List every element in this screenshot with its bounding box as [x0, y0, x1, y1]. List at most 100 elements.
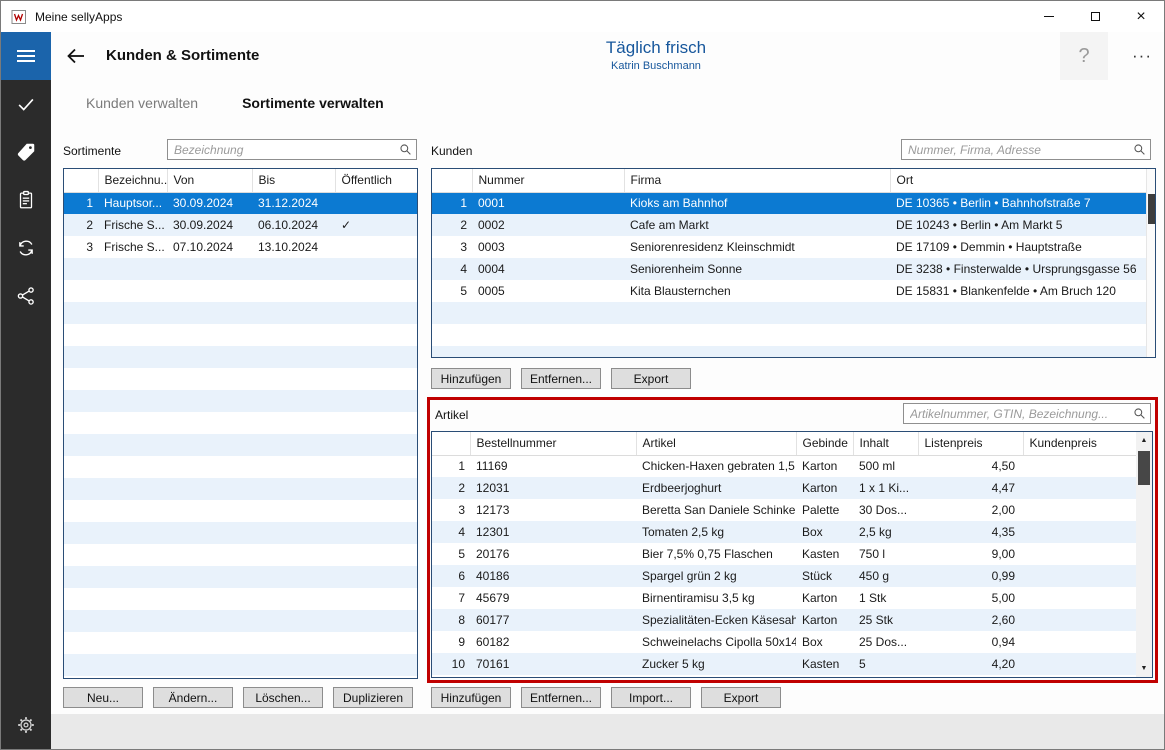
- artikel-row[interactable]: 640186Spargel grün 2 kgStück450 g0,99: [432, 565, 1136, 587]
- aendern-button[interactable]: Ändern...: [153, 687, 233, 708]
- kunden-column-header-1[interactable]: Nummer: [472, 169, 624, 192]
- sidebar-item-sync[interactable]: [1, 224, 51, 272]
- kunden-row[interactable]: 10001Kioks am BahnhofDE 10365 • Berlin •…: [432, 192, 1146, 214]
- sortimente-table: Bezeichnu...VonBisÖffentlich 1Hauptsor..…: [63, 168, 418, 679]
- artikel-row[interactable]: 1070161Zucker 5 kgKasten54,20: [432, 653, 1136, 675]
- help-button[interactable]: ?: [1060, 32, 1108, 80]
- scroll-down-button[interactable]: ▼: [1136, 661, 1152, 676]
- kunden-scrollbar-thumb[interactable]: [1148, 194, 1155, 224]
- artikel-row[interactable]: 111169Chicken-Haxen gebraten 1,5 ...Kart…: [432, 455, 1136, 477]
- minimize-button[interactable]: [1026, 1, 1072, 32]
- artikel-column-header-4[interactable]: Inhalt: [853, 432, 918, 455]
- artikel-cell-artikel: Zucker 5 kg: [636, 653, 796, 675]
- artikel-cell-kundenpreis: [1023, 631, 1136, 653]
- kunden-column-header-0[interactable]: [432, 169, 472, 192]
- sortimente-search-input[interactable]: [167, 139, 417, 160]
- artikel-cell-listenpreis: 4,47: [918, 477, 1023, 499]
- sortimente-row[interactable]: 3Frische S...07.10.202413.10.2024: [64, 236, 417, 258]
- kunden-search-input[interactable]: [901, 139, 1151, 160]
- sortimente-cell-num: 3: [64, 236, 98, 258]
- kunden-row[interactable]: 20002Cafe am MarktDE 10243 • Berlin • Am…: [432, 214, 1146, 236]
- artikel-column-header-1[interactable]: Bestellnummer: [470, 432, 636, 455]
- sidebar-item-tasks[interactable]: [1, 80, 51, 128]
- tab-sortimente-verwalten[interactable]: Sortimente verwalten: [242, 95, 384, 111]
- neu-button[interactable]: Neu...: [63, 687, 143, 708]
- loeschen-button[interactable]: Löschen...: [243, 687, 323, 708]
- duplizieren-button[interactable]: Duplizieren: [333, 687, 413, 708]
- artikel-search-input[interactable]: [903, 403, 1151, 424]
- artikel-cell-num: 7: [432, 587, 470, 609]
- sortimente-empty-row: [64, 280, 417, 302]
- search-icon[interactable]: [399, 143, 412, 156]
- artikel-row[interactable]: 745679Birnentiramisu 3,5 kgKarton1 Stk5,…: [432, 587, 1136, 609]
- kunden-column-header-3[interactable]: Ort: [890, 169, 1146, 192]
- artikel-cell-listenpreis: 4,35: [918, 521, 1023, 543]
- search-icon[interactable]: [1133, 143, 1146, 156]
- sortimente-row[interactable]: 2Frische S...30.09.202406.10.2024✓: [64, 214, 417, 236]
- artikel-buttons: Hinzufügen Entfernen... Import... Export: [431, 687, 781, 708]
- artikel-cell-listenpreis: 5,00: [918, 587, 1023, 609]
- artikel-cell-gebinde: Kasten: [796, 543, 853, 565]
- sortimente-column-header-1[interactable]: Bezeichnu...: [98, 169, 167, 192]
- sortimente-cell-num: 1: [64, 192, 98, 214]
- maximize-button[interactable]: [1072, 1, 1118, 32]
- artikel-row[interactable]: 212031ErdbeerjoghurtKarton1 x 1 Ki...4,4…: [432, 477, 1136, 499]
- artikel-row[interactable]: 412301Tomaten 2,5 kgBox2,5 kg4,35: [432, 521, 1136, 543]
- artikel-column-header-5[interactable]: Listenpreis: [918, 432, 1023, 455]
- kunden-row[interactable]: 50005Kita BlausternchenDE 15831 • Blanke…: [432, 280, 1146, 302]
- artikel-cell-bestellnummer: 12301: [470, 521, 636, 543]
- sortimente-empty-row: [64, 390, 417, 412]
- artikel-column-header-0[interactable]: [432, 432, 470, 455]
- scroll-up-button[interactable]: ▲: [1136, 433, 1152, 448]
- artikel-hinzufuegen-button[interactable]: Hinzufügen: [431, 687, 511, 708]
- menu-button[interactable]: [1, 32, 51, 80]
- sidebar-item-sortimente[interactable]: [1, 128, 51, 176]
- kunden-export-button[interactable]: Export: [611, 368, 691, 389]
- sortimente-column-header-2[interactable]: Von: [167, 169, 252, 192]
- artikel-cell-listenpreis: 4,50: [918, 455, 1023, 477]
- window-controls: ×: [1026, 1, 1164, 32]
- artikel-cell-gebinde: Stück: [796, 565, 853, 587]
- check-icon: [15, 93, 37, 115]
- artikel-export-button[interactable]: Export: [701, 687, 781, 708]
- artikel-cell-bestellnummer: 60182: [470, 631, 636, 653]
- sortimente-cell-von: 30.09.2024: [167, 192, 252, 214]
- artikel-row[interactable]: 520176Bier 7,5% 0,75 FlaschenKasten750 l…: [432, 543, 1136, 565]
- back-button[interactable]: [63, 43, 89, 69]
- artikel-cell-bestellnummer: 60177: [470, 609, 636, 631]
- artikel-row[interactable]: 312173Beretta San Daniele Schinken ...Pa…: [432, 499, 1136, 521]
- kunden-row[interactable]: 40004Seniorenheim SonneDE 3238 • Finster…: [432, 258, 1146, 280]
- close-button[interactable]: ×: [1118, 1, 1164, 32]
- kunden-row[interactable]: 30003Seniorenresidenz KleinschmidtDE 171…: [432, 236, 1146, 258]
- kunden-cell-ort: DE 3238 • Finsterwalde • Ursprungsgasse …: [890, 258, 1146, 280]
- artikel-row[interactable]: 860177Spezialitäten-Ecken KäsesahneKarto…: [432, 609, 1136, 631]
- artikel-column-header-3[interactable]: Gebinde: [796, 432, 853, 455]
- artikel-column-header-6[interactable]: Kundenpreis: [1023, 432, 1136, 455]
- sidebar-item-share[interactable]: [1, 272, 51, 320]
- kunden-hinzufuegen-button[interactable]: Hinzufügen: [431, 368, 511, 389]
- artikel-row[interactable]: 960182Schweinelachs Cipolla 50x140gBox25…: [432, 631, 1136, 653]
- sortimente-column-header-3[interactable]: Bis: [252, 169, 335, 192]
- tenant-block[interactable]: Täglich frisch Katrin Buschmann: [541, 38, 771, 72]
- artikel-cell-num: 3: [432, 499, 470, 521]
- kunden-entfernen-button[interactable]: Entfernen...: [521, 368, 601, 389]
- settings-button[interactable]: [1, 701, 51, 749]
- kunden-scrollbar[interactable]: [1146, 169, 1155, 357]
- artikel-scrollbar-thumb[interactable]: [1138, 451, 1150, 485]
- artikel-cell-kundenpreis: [1023, 609, 1136, 631]
- sortimente-column-header-0[interactable]: [64, 169, 98, 192]
- artikel-cell-listenpreis: 4,20: [918, 653, 1023, 675]
- artikel-column-header-2[interactable]: Artikel: [636, 432, 796, 455]
- kunden-column-header-2[interactable]: Firma: [624, 169, 890, 192]
- sidebar-item-orders[interactable]: [1, 176, 51, 224]
- more-button[interactable]: ···: [1118, 32, 1165, 80]
- tab-kunden-verwalten[interactable]: Kunden verwalten: [86, 95, 198, 111]
- kunden-search: [901, 139, 1151, 160]
- sortimente-row[interactable]: 1Hauptsor...30.09.202431.12.2024: [64, 192, 417, 214]
- artikel-entfernen-button[interactable]: Entfernen...: [521, 687, 601, 708]
- sortimente-empty-row: [64, 566, 417, 588]
- artikel-scrollbar[interactable]: ▲ ▼: [1136, 432, 1152, 677]
- artikel-import-button[interactable]: Import...: [611, 687, 691, 708]
- sortimente-column-header-4[interactable]: Öffentlich: [335, 169, 417, 192]
- search-icon[interactable]: [1133, 407, 1146, 420]
